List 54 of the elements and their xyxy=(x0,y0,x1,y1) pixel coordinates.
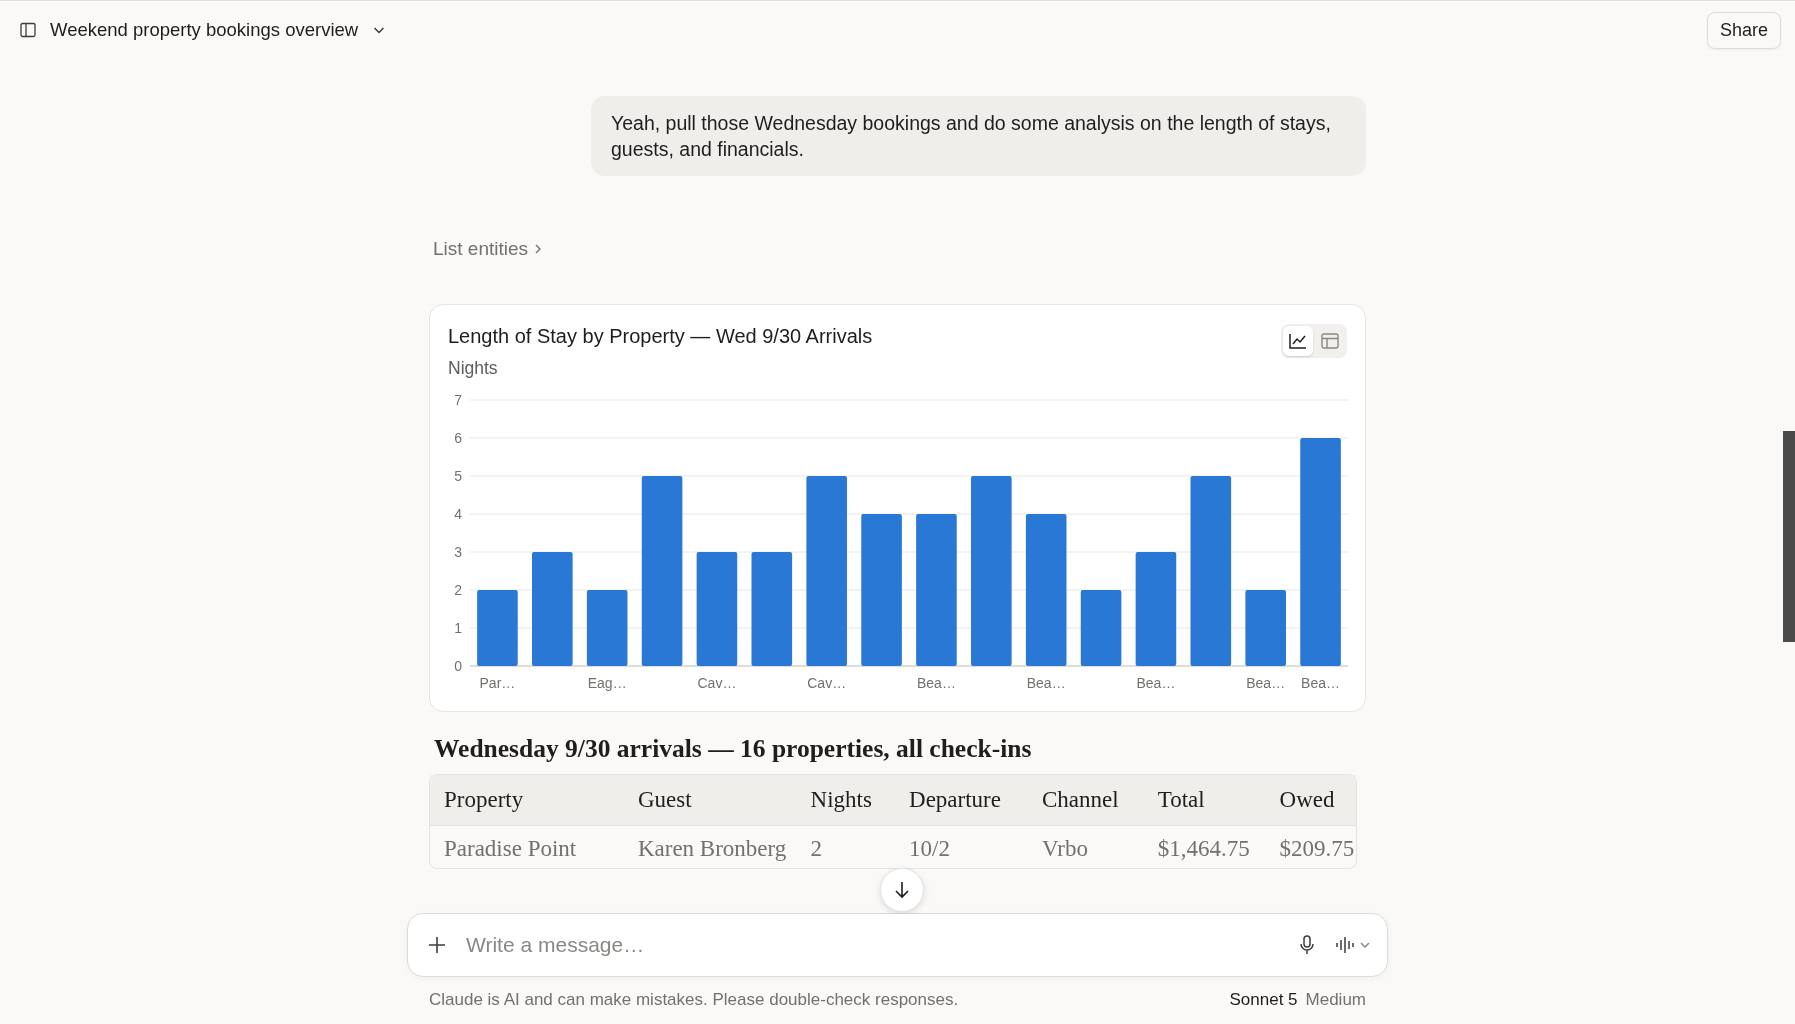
axis-tick-label: 0 xyxy=(454,658,462,674)
table-cell-text: Vrbo xyxy=(1041,835,1089,863)
effort-selector[interactable]: Medium xyxy=(1305,990,1366,1010)
table-cell-text: Karen Bronberg xyxy=(636,835,788,863)
message-composer[interactable]: Write a message… xyxy=(407,913,1388,977)
axis-category-label: Eag… xyxy=(587,675,627,691)
axis-category-label: Par… xyxy=(479,675,516,691)
arrow-down-icon xyxy=(894,881,910,899)
message-input[interactable]: Write a message… xyxy=(464,932,1281,958)
user-message: Yeah, pull those Wednesday bookings and do some analysis on the length of stays, guests, and financials. xyxy=(591,96,1366,176)
axis-tick-label: 4 xyxy=(454,506,462,522)
disclaimer-text: Claude is AI and can make mistakes. Please double-check responses. xyxy=(429,990,959,1010)
tool-call-link[interactable]: List entities xyxy=(433,238,543,260)
axis-tick-label: 1 xyxy=(454,620,462,636)
column-header: Departure xyxy=(895,775,1028,826)
table-cell-text: $1,464.75 xyxy=(1156,835,1251,863)
table-cell-text: 10/2 xyxy=(908,835,951,863)
chevron-right-icon xyxy=(534,243,543,255)
table-cell-text: 2 xyxy=(809,835,824,863)
column-header: Owed xyxy=(1265,775,1356,826)
chart-title: Length of Stay by Property — Wed 9/30 Arrivals xyxy=(448,325,873,348)
line-chart-icon xyxy=(1289,333,1307,349)
column-header: Nights xyxy=(796,775,895,826)
scroll-down-button[interactable] xyxy=(880,868,924,912)
axis-tick-label: 2 xyxy=(454,582,462,598)
model-selector[interactable]: Sonnet 5 xyxy=(1229,990,1306,1010)
view-toggle-button[interactable] xyxy=(1283,326,1313,356)
conversation-title[interactable]: Weekend property bookings overview xyxy=(50,19,359,41)
section-heading: Wednesday 9/30 arrivals — 16 properties, all check-ins xyxy=(434,734,1033,764)
axis-tick-label: 6 xyxy=(454,430,462,446)
axis-tick-label: 5 xyxy=(454,468,462,484)
axis-tick-label: 3 xyxy=(454,544,462,560)
column-header: Property xyxy=(430,775,624,826)
axis-category-label: Bea… xyxy=(1136,675,1176,691)
voice-mode-icon[interactable] xyxy=(1333,934,1373,956)
sidebar-toggle-icon[interactable] xyxy=(18,20,38,40)
table-icon xyxy=(1321,333,1339,349)
scrollbar-thumb[interactable] xyxy=(1783,431,1795,642)
axis-tick-label: 7 xyxy=(454,392,462,408)
axis-title: Nights xyxy=(448,358,498,379)
share-button[interactable]: Share xyxy=(1706,11,1781,49)
axis-category-label: Cav… xyxy=(807,675,847,691)
axis-category-label: Cav… xyxy=(697,675,737,691)
microphone-icon[interactable] xyxy=(1297,933,1317,957)
column-header: Channel xyxy=(1028,775,1144,826)
table-cell-text: $209.75 xyxy=(1278,835,1356,863)
plus-icon[interactable] xyxy=(426,934,448,956)
axis-category-label: Bea… xyxy=(1026,675,1066,691)
axis-category-label: Bea… xyxy=(1301,675,1340,691)
column-header: Guest xyxy=(623,775,797,826)
axis-category-label: Bea… xyxy=(917,675,956,691)
table-cell-text: Paradise Point xyxy=(443,835,578,863)
column-header: Total xyxy=(1143,775,1266,826)
axis-category-label: Bea… xyxy=(1246,675,1286,691)
